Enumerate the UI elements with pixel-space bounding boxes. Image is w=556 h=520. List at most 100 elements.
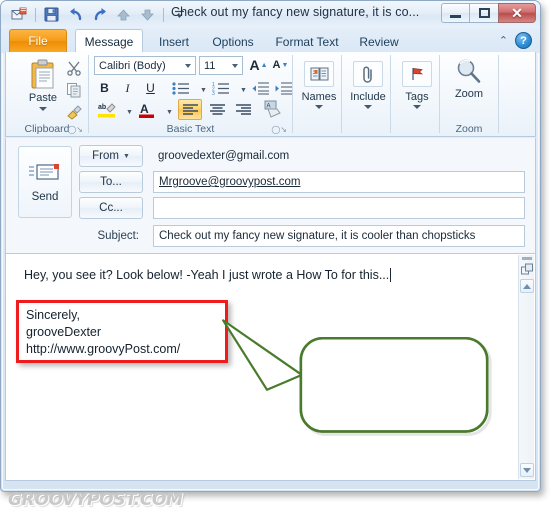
cut-button[interactable] <box>64 58 84 78</box>
message-body-text: Hey, you see it? Look below! -Yeah I jus… <box>24 268 392 282</box>
collapse-ribbon-icon[interactable]: ⌃ <box>499 34 508 47</box>
subject-field[interactable]: Check out my fancy new signature, it is … <box>153 225 525 247</box>
help-icon[interactable]: ? <box>515 32 532 49</box>
message-body-panel[interactable]: Hey, you see it? Look below! -Yeah I jus… <box>5 253 536 481</box>
names-button[interactable]: Names <box>298 56 340 118</box>
to-button[interactable]: To... <box>79 171 143 193</box>
svg-text:ab: ab <box>98 104 106 111</box>
increase-indent-button[interactable] <box>272 78 294 98</box>
tab-file[interactable]: File <box>9 29 67 52</box>
include-dropdown-icon[interactable] <box>364 105 372 109</box>
qat-separator <box>35 7 36 22</box>
scroll-down-button[interactable] <box>520 463 534 477</box>
numbering-button[interactable]: 1 2 3 <box>208 78 234 98</box>
tags-dropdown-icon[interactable] <box>413 105 421 109</box>
font-name-combo[interactable]: Calibri (Body) <box>94 56 196 75</box>
align-center-button[interactable] <box>205 99 229 120</box>
paintbrush-icon <box>66 105 82 120</box>
font-size-chevron-down-icon[interactable] <box>232 63 238 68</box>
group-separator-2 <box>292 55 293 133</box>
save-icon[interactable] <box>41 4 62 25</box>
paste-dropdown-icon[interactable] <box>39 107 47 111</box>
align-left-button[interactable] <box>178 99 202 120</box>
clear-formatting-icon: A <box>264 100 281 118</box>
grow-font-button[interactable]: A ▲ <box>248 55 269 75</box>
highlight-icon: ab <box>97 102 116 117</box>
paperclip-icon <box>362 65 372 83</box>
previous-item-icon[interactable] <box>113 4 134 25</box>
to-value: Mrgroove@groovypost.com <box>159 176 301 188</box>
align-right-button[interactable] <box>231 99 255 120</box>
bold-icon: B <box>100 81 109 95</box>
cc-field[interactable] <box>153 197 525 219</box>
names-label: Names <box>301 91 337 103</box>
compose-header: Send From ▼ groovedexter@gmail.com To...… <box>5 138 536 253</box>
font-color-dropdown-icon[interactable]: ▼ <box>159 102 180 122</box>
clear-formatting-button[interactable]: A <box>261 98 287 120</box>
to-label: To... <box>100 176 122 188</box>
quick-access-toolbar <box>9 4 190 25</box>
bullets-button[interactable] <box>168 78 194 98</box>
message-icon[interactable] <box>9 4 30 25</box>
tags-button[interactable]: Tags <box>396 56 438 118</box>
from-button[interactable]: From ▼ <box>79 145 143 167</box>
tab-format-text[interactable]: Format Text <box>269 30 345 53</box>
minimize-button[interactable] <box>441 3 470 23</box>
callout-annotation <box>222 319 492 436</box>
redo-icon[interactable] <box>89 4 110 25</box>
tab-options[interactable]: Options <box>204 30 262 53</box>
include-button[interactable]: Include <box>347 56 389 118</box>
underline-button[interactable]: U <box>140 78 161 98</box>
subject-value: Check out my fancy new signature, it is … <box>159 230 476 242</box>
tab-message[interactable]: Message <box>75 29 143 53</box>
tags-icon-box <box>402 61 432 87</box>
bold-button[interactable]: B <box>94 78 115 98</box>
from-value: groovedexter@gmail.com <box>158 150 290 162</box>
font-size-combo[interactable]: 11 <box>199 56 243 75</box>
ribbon-group-zoom: Zoom Zoom <box>440 52 498 136</box>
tab-insert[interactable]: Insert <box>151 30 197 53</box>
to-field[interactable]: Mrgroove@groovypost.com <box>153 171 525 193</box>
names-icon-box <box>304 61 334 87</box>
next-item-icon[interactable] <box>137 4 158 25</box>
undo-icon[interactable] <box>65 4 86 25</box>
include-label: Include <box>350 91 386 103</box>
ribbon-group-basic-text: Calibri (Body) 11 A ▲ A ▼ B I U ▼ 1 2 3 … <box>89 52 292 136</box>
text-highlight-button[interactable]: ab <box>94 100 120 120</box>
signature-line-1: Sincerely, <box>26 308 80 322</box>
basic-text-dialog-launcher-icon[interactable]: ◯↘ <box>271 125 287 134</box>
italic-icon: I <box>125 80 130 95</box>
close-button[interactable]: ✕ <box>498 3 536 23</box>
select-browse-object-icon[interactable] <box>520 262 534 276</box>
signature-line-3: http://www.groovyPost.com/ <box>26 342 181 356</box>
send-label: Send <box>31 190 59 203</box>
clipboard-dialog-launcher-icon[interactable]: ◯↘ <box>67 125 83 134</box>
font-name-chevron-down-icon[interactable] <box>185 63 191 68</box>
svg-text:3: 3 <box>212 91 215 95</box>
increase-indent-icon <box>275 81 292 95</box>
decrease-indent-button[interactable] <box>249 78 271 98</box>
maximize-button[interactable] <box>470 3 499 23</box>
qat-separator-2 <box>163 7 164 22</box>
scroll-up-button[interactable] <box>520 279 534 293</box>
body-vertical-scrollbar[interactable] <box>518 255 534 479</box>
zoom-button[interactable]: Zoom <box>448 53 490 115</box>
copy-button[interactable] <box>64 80 84 100</box>
paste-button[interactable]: Paste <box>18 56 68 118</box>
split-handle[interactable] <box>522 257 532 260</box>
signature-highlight-box: Sincerely, grooveDexter http://www.groov… <box>16 300 228 363</box>
cc-label: Cc... <box>99 202 123 214</box>
send-button[interactable]: Send <box>18 146 72 218</box>
font-color-button[interactable]: A <box>134 100 160 120</box>
italic-button[interactable]: I <box>117 78 138 98</box>
tab-review[interactable]: Review <box>353 30 405 53</box>
align-left-icon <box>182 103 198 115</box>
cc-button[interactable]: Cc... <box>79 197 143 219</box>
ribbon-group-clipboard: Paste Clipboard ◯↘ <box>6 52 88 136</box>
shrink-font-button[interactable]: A ▼ <box>270 55 291 75</box>
ribbon-right-controls: ⌃ ? <box>499 32 532 49</box>
include-icon-box <box>353 61 383 87</box>
flag-icon <box>412 68 424 80</box>
format-painter-button[interactable] <box>64 102 84 122</box>
names-dropdown-icon[interactable] <box>315 105 323 109</box>
